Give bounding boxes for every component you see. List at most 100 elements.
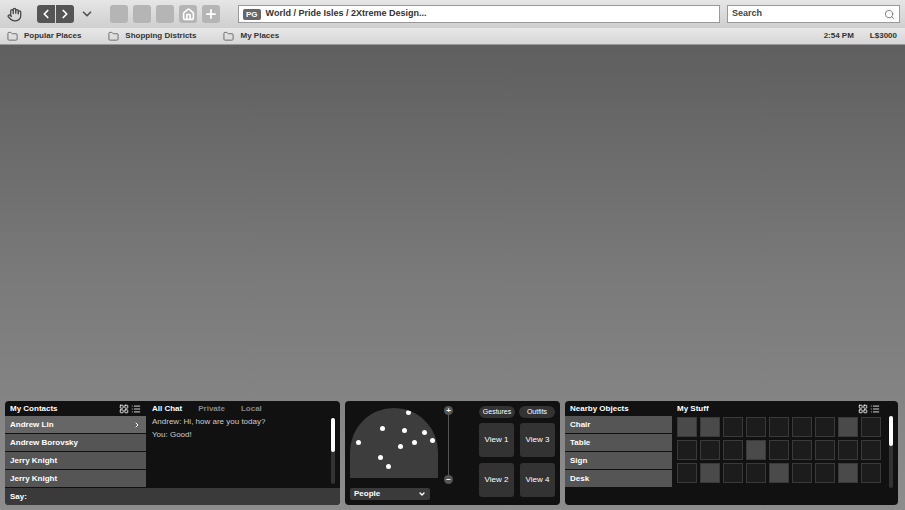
folder-icon — [222, 31, 234, 41]
contact-item[interactable]: Jerry Knight — [5, 470, 146, 487]
inventory-slot[interactable] — [838, 440, 858, 460]
nearby-object-item[interactable]: Sign — [565, 452, 672, 469]
inventory-slot[interactable] — [677, 417, 697, 437]
zoom-slider[interactable]: +− — [444, 406, 453, 484]
add-icon[interactable] — [202, 5, 220, 23]
clock: 2:54 PM — [824, 30, 854, 42]
radar-dot[interactable] — [406, 410, 411, 415]
toolbar-button[interactable] — [110, 5, 128, 23]
radar-dot[interactable] — [380, 426, 385, 431]
inventory-slot[interactable] — [792, 440, 812, 460]
hand-icon[interactable] — [5, 5, 23, 23]
address-field[interactable]: PGWorld / Pride Isles / 2Xtreme Design..… — [238, 5, 720, 23]
nearby-object-item[interactable]: Desk — [565, 470, 672, 487]
my-stuff: My Stuff — [672, 401, 898, 505]
inventory-slot[interactable] — [746, 440, 766, 460]
bookmarks-bar: Popular Places Shopping Districts My Place… — [0, 28, 905, 45]
contacts-chat-panel: My ContactsAndrew LinAndrew BorovskyJerr… — [5, 401, 340, 505]
chat-tab[interactable]: All Chat — [152, 403, 182, 415]
back-button[interactable] — [37, 5, 55, 23]
radar-panel: +−PeopleGesturesOutfitsView 1View 3View … — [345, 401, 560, 505]
radar-dot[interactable] — [386, 464, 391, 469]
inventory-slot[interactable] — [746, 417, 766, 437]
inventory-slot[interactable] — [792, 463, 812, 483]
list-view-icon[interactable] — [870, 404, 880, 414]
chat-message: Andrew: Hi, how are you today? — [152, 416, 331, 428]
radar-dot[interactable] — [422, 430, 427, 435]
inventory-slot[interactable] — [861, 463, 881, 483]
bookmark-folder[interactable]: Popular Places — [6, 30, 81, 42]
inventory-slot[interactable] — [723, 417, 743, 437]
contact-item[interactable]: Jerry Knight — [5, 452, 146, 469]
radar-dot[interactable] — [430, 438, 435, 443]
bottom-panels: My ContactsAndrew LinAndrew BorovskyJerr… — [5, 401, 898, 505]
view-button[interactable]: View 3 — [520, 423, 555, 457]
inventory-slot[interactable] — [769, 463, 789, 483]
radar-dot[interactable] — [412, 440, 417, 445]
rating-badge: PG — [243, 9, 261, 20]
inventory-slot[interactable] — [769, 440, 789, 460]
radar-dot[interactable] — [356, 440, 361, 445]
inventory-slot[interactable] — [861, 417, 881, 437]
inventory-slot[interactable] — [723, 463, 743, 483]
view-button[interactable]: View 1 — [479, 423, 514, 457]
view-button[interactable]: View 4 — [520, 463, 555, 497]
radar-filter-dropdown[interactable]: People — [350, 488, 430, 500]
inventory-slot[interactable] — [838, 417, 858, 437]
view-button[interactable]: View 2 — [479, 463, 514, 497]
bookmark-folder[interactable]: Shopping Districts — [107, 30, 196, 42]
say-input[interactable]: Say: — [5, 488, 340, 505]
inventory-slot[interactable] — [723, 440, 743, 460]
inventory-slot[interactable] — [700, 440, 720, 460]
forward-button[interactable] — [56, 5, 74, 23]
toolbar-button[interactable] — [156, 5, 174, 23]
chevron-right-icon — [133, 420, 141, 430]
pill-button[interactable]: Gestures — [479, 406, 515, 418]
inventory-slot[interactable] — [861, 440, 881, 460]
nearby-object-item[interactable]: Chair — [565, 416, 672, 433]
inventory-slot[interactable] — [677, 463, 697, 483]
folder-icon — [6, 31, 18, 41]
grid-view-icon[interactable] — [119, 404, 129, 414]
chat-message: You: Good! — [152, 429, 331, 441]
inventory-slot[interactable] — [769, 417, 789, 437]
list-view-icon[interactable] — [131, 404, 141, 414]
inventory-slot[interactable] — [815, 463, 835, 483]
search-field[interactable]: Search — [727, 5, 900, 23]
contact-item[interactable]: Andrew Lin — [5, 416, 146, 433]
chat-tab[interactable]: Local — [241, 403, 262, 415]
history-dropdown-icon[interactable] — [80, 7, 94, 21]
search-icon[interactable] — [883, 8, 895, 20]
radar-dot[interactable] — [402, 428, 407, 433]
nav-buttons — [37, 5, 74, 23]
contact-item[interactable]: Andrew Borovsky — [5, 434, 146, 451]
pill-button[interactable]: Outfits — [519, 406, 555, 418]
nearby-objects: Nearby ObjectsChairTableSignDesk — [565, 401, 672, 505]
inventory-slot[interactable] — [815, 440, 835, 460]
chat-log: Andrew: Hi, how are you today?You: Good! — [152, 416, 331, 488]
nearby-object-item[interactable]: Table — [565, 434, 672, 451]
chat-scrollbar[interactable] — [331, 418, 335, 484]
radar-dot[interactable] — [378, 455, 383, 460]
zoom-out-button[interactable]: − — [444, 475, 453, 484]
inventory-slot[interactable] — [700, 417, 720, 437]
zoom-in-button[interactable]: + — [444, 406, 453, 415]
home-icon[interactable] — [179, 5, 197, 23]
radar-dot[interactable] — [360, 414, 365, 419]
toolbar-button[interactable] — [133, 5, 151, 23]
stuff-scrollbar[interactable] — [889, 416, 893, 488]
inventory-slot[interactable] — [815, 417, 835, 437]
world-view[interactable]: My ContactsAndrew LinAndrew BorovskyJerr… — [0, 45, 905, 510]
bookmark-folder[interactable]: My Places — [222, 30, 279, 42]
inventory-slot[interactable] — [746, 463, 766, 483]
radar-dot[interactable] — [398, 444, 403, 449]
inventory-slot[interactable] — [792, 417, 812, 437]
chat-tab[interactable]: Private — [198, 403, 225, 415]
grid-view-icon[interactable] — [858, 404, 868, 414]
radar-map[interactable] — [350, 408, 438, 478]
inventory-slot[interactable] — [838, 463, 858, 483]
view-toggle — [858, 404, 880, 414]
inventory-slot[interactable] — [677, 440, 697, 460]
view-toggle — [119, 404, 141, 414]
inventory-slot[interactable] — [700, 463, 720, 483]
